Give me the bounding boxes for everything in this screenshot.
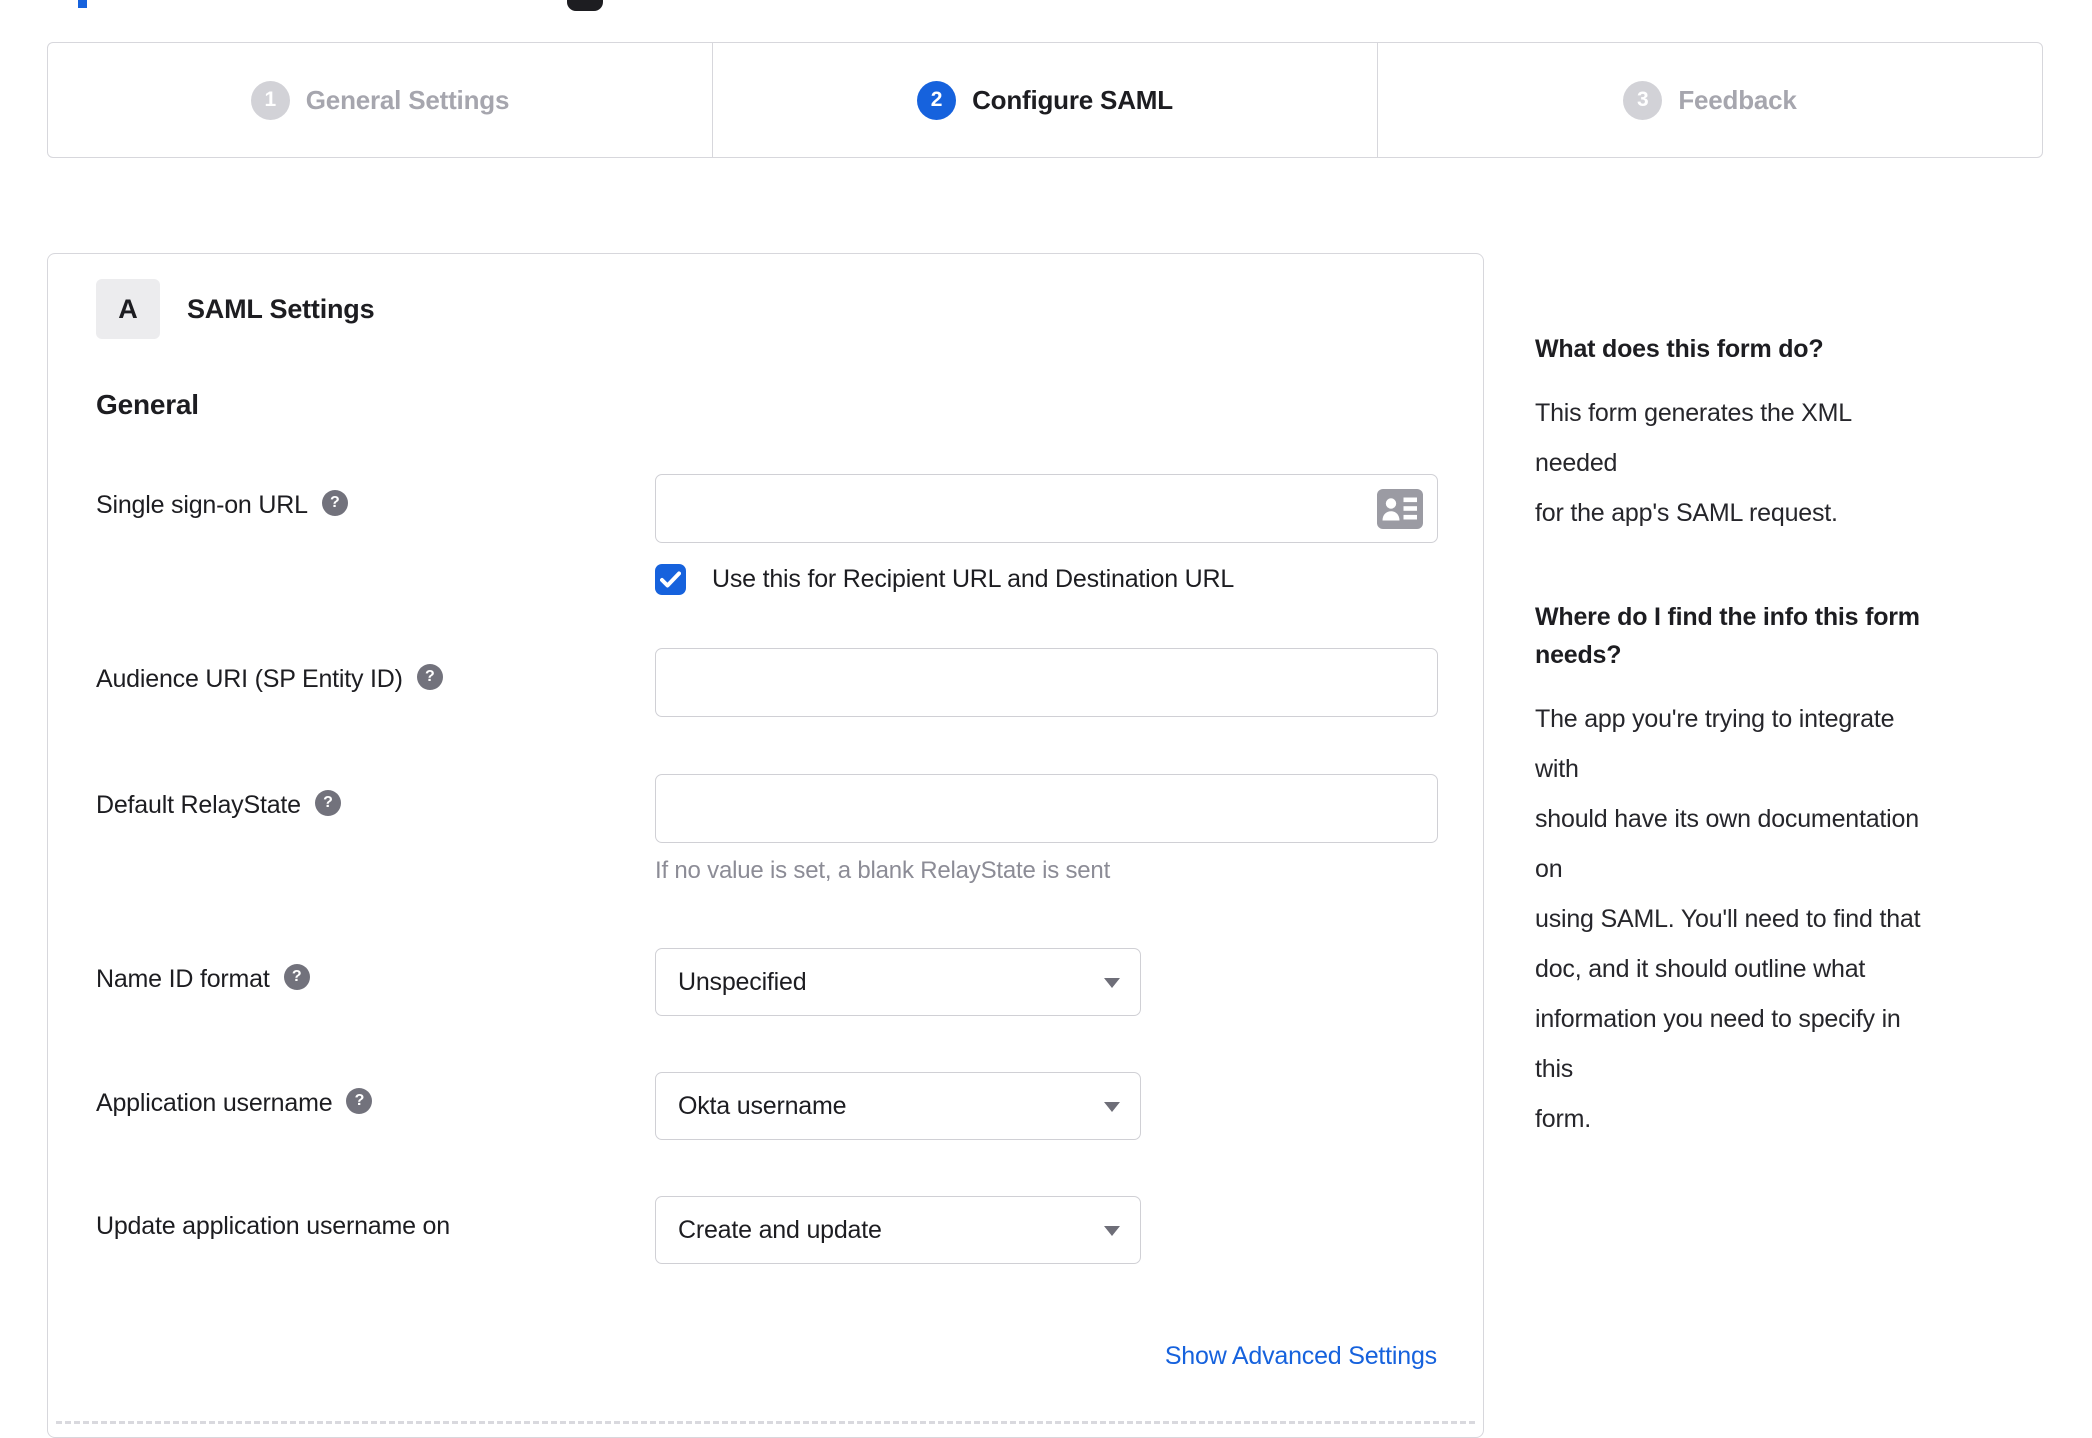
step-3-number-badge: 3 [1623,80,1663,120]
step-2-label: Configure SAML [972,84,1173,115]
relaystate-helper-text: If no value is set, a blank RelayState i… [655,857,1111,884]
checkmark-icon [660,571,681,588]
wizard-stepper: 1 General Settings 2 Configure SAML 3 Fe… [47,42,2043,158]
field-label: Name ID format [96,948,655,1016]
field-row-single-sign-on-url: Single sign-on URL? Use this for Recipie… [96,474,1438,595]
step-general-settings[interactable]: 1 General Settings [48,43,712,157]
chevron-down-icon [1104,978,1120,988]
single-sign-on-url-label: Single sign-on URL [96,491,308,519]
name-id-format-select[interactable]: Unspecified [655,948,1141,1016]
step-2-number-badge: 2 [917,80,957,120]
recipient-url-checkbox-row: Use this for Recipient URL and Destinati… [655,564,1438,595]
field-control: Create and update [655,1196,1437,1264]
clipped-title-fragment-blue [78,0,87,8]
field-row-audience-uri: Audience URI (SP Entity ID) [96,648,1438,717]
advanced-settings-row: Show Advanced Settings [96,1342,1437,1371]
update-app-username-value: Create and update [678,1215,882,1244]
help-body-where: The app you're trying to integrate with … [1535,705,1921,1133]
help-icon[interactable] [314,790,341,816]
help-sidebar: What does this form do? This form genera… [1535,330,1927,1144]
default-relaystate-input-wrap [655,774,1438,843]
contact-card-icon[interactable] [1377,489,1423,529]
name-id-format-label: Name ID format [96,965,270,993]
field-control [655,648,1438,717]
single-sign-on-url-input-wrap [655,474,1438,543]
saml-setup-wizard: 1 General Settings 2 Configure SAML 3 Fe… [0,0,2092,1438]
field-label: Default RelayState [96,774,655,885]
help-icon[interactable] [416,664,443,690]
general-group-title: General [96,389,199,420]
saml-settings-card: A SAML Settings General Single sign-on U… [47,253,1484,1438]
single-sign-on-url-input[interactable] [655,474,1438,543]
application-username-label: Application username [96,1089,333,1117]
step-1-label: General Settings [305,84,510,115]
field-row-default-relaystate: Default RelayState If no value is set, a… [96,774,1438,885]
chevron-down-icon [1104,1226,1120,1236]
help-icon[interactable] [321,490,348,516]
show-advanced-settings-link[interactable]: Show Advanced Settings [1165,1342,1437,1370]
step-1-number-badge: 1 [250,80,290,120]
card-title: SAML Settings [187,293,375,324]
use-for-recipient-url-label: Use this for Recipient URL and Destinati… [712,565,1235,593]
use-for-recipient-url-checkbox[interactable] [655,564,686,595]
field-control: If no value is set, a blank RelayState i… [655,774,1438,885]
update-app-username-label: Update application username on [96,1212,450,1240]
field-label: Audience URI (SP Entity ID) [96,648,655,717]
audience-uri-input[interactable] [655,648,1438,717]
help-body-what: This form generates the XML needed for t… [1535,399,1852,527]
field-row-name-id-format: Name ID format Unspecified [96,948,1437,1016]
field-label: Single sign-on URL [96,474,655,595]
help-heading-what: What does this form do? [1535,335,1824,363]
help-section-where: Where do I find the info this form needs… [1535,598,1927,1144]
section-divider [56,1421,1475,1424]
audience-uri-label: Audience URI (SP Entity ID) [96,665,403,693]
card-header: A SAML Settings [96,279,1437,339]
field-control: Use this for Recipient URL and Destinati… [655,474,1438,595]
field-label: Update application username on [96,1196,655,1264]
field-label: Application username [96,1072,655,1140]
update-app-username-select[interactable]: Create and update [655,1196,1141,1264]
default-relaystate-label: Default RelayState [96,791,301,819]
application-username-select[interactable]: Okta username [655,1072,1141,1140]
help-icon[interactable] [283,964,310,990]
clipped-logo-fragment [567,0,603,11]
name-id-format-value: Unspecified [678,967,807,996]
help-icon[interactable] [346,1088,373,1114]
step-3-label: Feedback [1678,84,1797,115]
chevron-down-icon [1104,1102,1120,1112]
help-section-what: What does this form do? This form genera… [1535,330,1927,538]
step-feedback[interactable]: 3 Feedback [1377,43,2042,157]
field-row-application-username: Application username Okta username [96,1072,1437,1140]
application-username-value: Okta username [678,1091,847,1120]
section-a-badge: A [96,279,160,339]
audience-uri-input-wrap [655,648,1438,717]
help-heading-where: Where do I find the info this form needs… [1535,603,1920,669]
field-control: Unspecified [655,948,1437,1016]
default-relaystate-input[interactable] [655,774,1438,843]
field-row-update-app-username: Update application username on Create an… [96,1196,1437,1264]
step-configure-saml[interactable]: 2 Configure SAML [712,43,1377,157]
field-control: Okta username [655,1072,1437,1140]
